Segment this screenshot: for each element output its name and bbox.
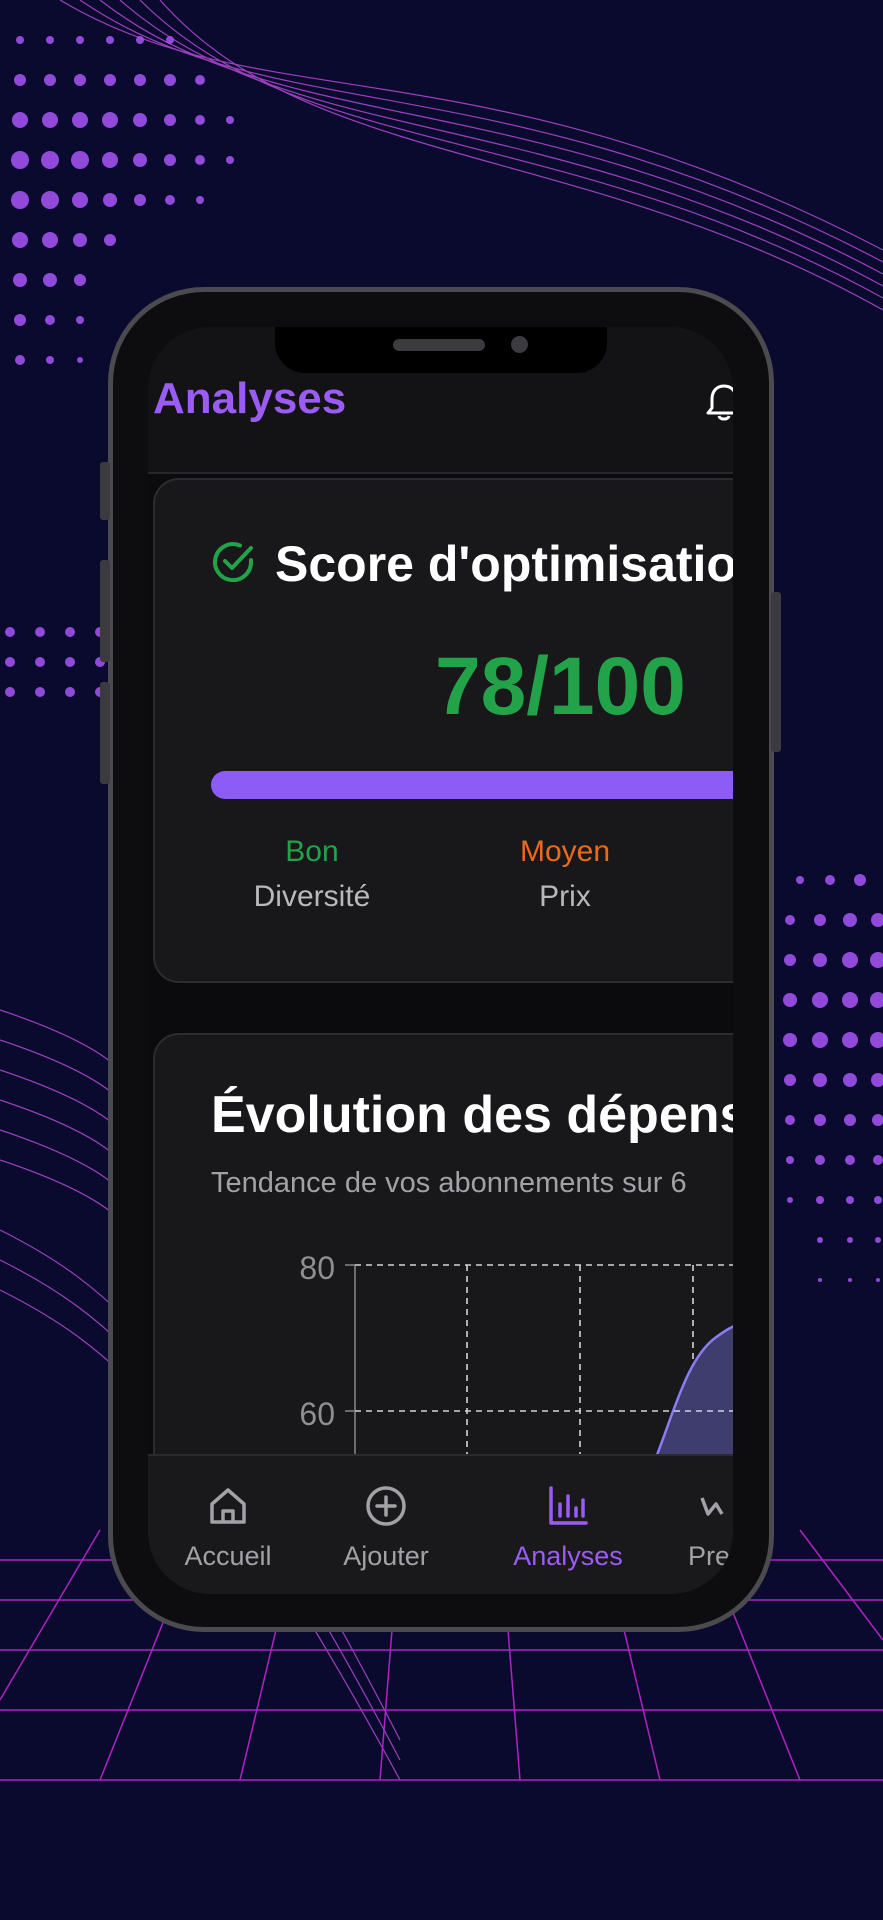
tab-label-premium: Pre xyxy=(688,1541,731,1571)
optimization-score-card: Score d'optimisation 78/100 Bon Diversit… xyxy=(153,478,733,983)
phone-side-button xyxy=(100,462,110,520)
tab-premium[interactable]: Pre xyxy=(678,1456,733,1594)
score-progress-bar xyxy=(211,771,733,799)
phone-power-button xyxy=(771,592,781,752)
phone-camera xyxy=(511,336,528,353)
bell-icon[interactable] xyxy=(706,382,733,422)
bottom-tab-bar: Accueil Ajouter Analyses Pre xyxy=(148,1454,733,1594)
tab-accueil[interactable]: Accueil xyxy=(153,1456,303,1594)
crown-icon xyxy=(700,1497,724,1516)
check-circle-icon xyxy=(213,542,254,583)
tab-label-accueil: Accueil xyxy=(184,1541,272,1571)
main-content: Score d'optimisation 78/100 Bon Diversit… xyxy=(148,474,733,1535)
plus-circle-icon xyxy=(366,1486,406,1526)
score-title: Score d'optimisation xyxy=(275,536,733,592)
metric-label-diversity: Diversité xyxy=(253,880,371,913)
metric-label-price: Prix xyxy=(539,880,591,913)
evolution-title: Évolution des dépenses xyxy=(211,1086,733,1144)
phone-speaker xyxy=(393,339,485,351)
chart-y-label-60: 60 xyxy=(299,1396,335,1432)
tab-analyses[interactable]: Analyses xyxy=(493,1456,643,1594)
metric-status-price: Moyen xyxy=(519,835,611,868)
home-icon xyxy=(210,1488,246,1524)
phone-notch xyxy=(275,327,607,373)
evolution-subtitle: Tendance de vos abonnements sur 6 xyxy=(211,1167,687,1199)
bar-chart-icon xyxy=(549,1486,588,1525)
tab-label-analyses: Analyses xyxy=(513,1541,623,1571)
phone-screen: Analyses Score d'optimisation 78/100 Bon… xyxy=(148,327,733,1594)
chart-y-label-80: 80 xyxy=(299,1250,335,1286)
phone-volume-down xyxy=(100,682,110,784)
tab-ajouter[interactable]: Ajouter xyxy=(311,1456,461,1594)
page-title: Analyses xyxy=(153,374,347,423)
phone-volume-up xyxy=(100,560,110,662)
tab-label-ajouter: Ajouter xyxy=(343,1541,429,1571)
metric-status-diversity: Bon xyxy=(285,835,339,868)
score-value: 78/100 xyxy=(435,641,686,732)
